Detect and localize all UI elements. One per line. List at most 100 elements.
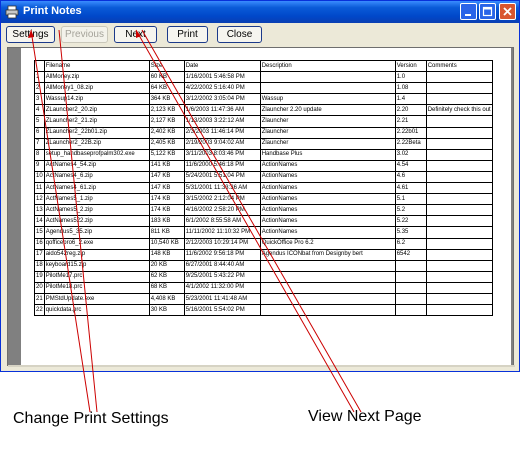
table-cell: 11/11/2002 11:10:32 PM — [183, 226, 261, 239]
table-row: 10 ActNames4_6.zip 147 KB 5/24/2001 5:51:04… — [34, 170, 493, 184]
preview-page: Filename Size Date Description Version Commen… — [21, 48, 511, 367]
table-cell — [425, 71, 493, 84]
table-cell: 11/6/2002 9:56:18 PM — [183, 248, 261, 261]
table-cell: 174 KB — [148, 193, 185, 206]
close-window-button[interactable] — [499, 3, 516, 20]
column-header: Size — [148, 59, 185, 73]
table-cell — [394, 281, 427, 294]
table-cell — [259, 270, 396, 283]
table-cell: 2/3/2003 11:46:14 PM — [183, 126, 261, 139]
table-row: 13 ActNames5_2.zip 174 KB 4/16/2002 2:58:20… — [34, 204, 493, 217]
table-cell: 1.4 — [394, 93, 427, 106]
table-cell: ActionNames — [259, 159, 396, 172]
table-cell: 5/31/2001 11:33:36 AM — [183, 182, 261, 195]
table-cell: 1.0 — [394, 71, 427, 84]
table-cell — [259, 304, 396, 317]
table-row: 8 setup_handbaseprofpalm302.exe 5,122 KB 3/… — [34, 148, 493, 161]
table-cell — [394, 259, 427, 272]
table-cell: 64 KB — [148, 82, 185, 95]
column-header: Version — [394, 59, 427, 73]
table-cell: 5.2 — [394, 204, 427, 217]
minimize-icon — [465, 14, 471, 16]
table-cell: aido542reg.zip — [43, 248, 150, 261]
table-cell — [394, 304, 427, 317]
table-cell: Zlauncher — [259, 115, 396, 128]
table-cell — [425, 82, 493, 95]
table-cell: 1/16/2001 5:46:58 PM — [183, 71, 261, 84]
maximize-icon — [482, 6, 493, 17]
settings-button[interactable]: Settings — [6, 26, 55, 43]
table-cell — [425, 159, 493, 172]
table-cell: 20 KB — [148, 259, 185, 272]
print-preview-area[interactable]: Filename Size Date Description Version Commen… — [7, 47, 515, 367]
table-cell: 148 KB — [148, 248, 185, 261]
table-cell — [259, 82, 396, 95]
table-cell: ActNames4_61.zip — [43, 182, 150, 195]
print-button[interactable]: Print — [167, 26, 208, 43]
table-cell: ActionNames — [259, 215, 396, 228]
table-cell: 11 — [34, 182, 45, 195]
table-cell: 14 — [34, 215, 45, 228]
horizontal-scrollbar[interactable] — [8, 365, 515, 367]
table-cell: ActionNames — [259, 204, 396, 217]
table-cell: AllMoney1_08.zip — [43, 82, 150, 95]
table-row: 5 ZLauncher2_21.zip 2,127 KB 1/13/2003 3:22… — [34, 115, 493, 128]
minimize-button[interactable] — [460, 3, 477, 20]
table-cell: 4.6 — [394, 170, 427, 184]
table-cell — [394, 270, 427, 283]
table-cell: 60 KB — [148, 71, 185, 84]
table-cell: 22 — [34, 304, 45, 317]
table-cell — [425, 304, 493, 317]
table-cell: 6542 — [394, 248, 427, 261]
table-cell — [425, 281, 493, 294]
table-cell: ActionNames — [259, 182, 396, 195]
table-cell: 4.61 — [394, 182, 427, 195]
table-body: 1 AllMoney.zip 60 KB 1/16/2001 5:46:58 PM 1.… — [34, 71, 493, 317]
table-cell: Definitely check this out — [425, 104, 493, 117]
table-row: 2 AllMoney1_08.zip 64 KB 4/22/2002 5:16:40 … — [34, 82, 493, 95]
table-cell: Wassup14.zip — [43, 93, 150, 106]
table-cell: Zlauncher — [259, 126, 396, 139]
table-cell: PilotMe17.prc — [43, 270, 150, 283]
previous-button[interactable]: Previous — [61, 26, 108, 43]
title-bar[interactable]: Print Notes — [1, 1, 519, 23]
table-cell — [259, 259, 396, 272]
table-cell: Agendus ICONbat from Designby bert — [259, 248, 396, 261]
close-icon — [503, 7, 512, 16]
next-button[interactable]: Next — [114, 26, 157, 43]
table-cell: 7 — [34, 137, 45, 150]
table-cell: 2.21 — [394, 115, 427, 128]
table-cell: PilotMe18.prc — [43, 281, 150, 294]
table-cell: ActNames5_2.zip — [43, 204, 150, 217]
table-row: 16 qofficepro6_2.exe 10,540 KB 2/12/2003 10… — [34, 237, 493, 250]
table-row: 21 PMStdUpdate.exe 4,408 KB 5/23/2001 11:41… — [34, 292, 493, 306]
table-cell: 20 — [34, 281, 45, 294]
table-cell: ActNames4_6.zip — [43, 170, 150, 184]
table-cell: 174 KB — [148, 204, 185, 217]
table-cell: 2/19/2003 9:04:02 AM — [183, 137, 261, 150]
table-row: 15 Agendus5_35.zip 811 KB 11/11/2002 11:10:… — [34, 226, 493, 239]
table-cell: 9 — [34, 159, 45, 172]
table-cell: ZLauncher2_22B.zip — [43, 137, 150, 150]
table-cell: 2,402 KB — [148, 126, 185, 139]
table-cell — [425, 93, 493, 106]
table-cell: 1 — [34, 71, 45, 84]
maximize-button[interactable] — [479, 3, 496, 20]
table-cell — [394, 292, 427, 306]
table-row: 17 aido542reg.zip 148 KB 11/6/2002 9:56:18 … — [34, 248, 493, 261]
table-cell — [425, 292, 493, 306]
table-cell: Agendus5_35.zip — [43, 226, 150, 239]
table-cell — [425, 148, 493, 161]
column-header: Date — [183, 59, 261, 73]
table-cell: 2.22b01 — [394, 126, 427, 139]
close-button[interactable]: Close — [217, 26, 262, 43]
table-cell: 6/1/2002 8:55:58 AM — [183, 215, 261, 228]
table-row: 3 Wassup14.zip 364 KB 3/12/2002 3:05:04 PM W… — [34, 93, 493, 106]
table-cell: ZLauncher2_22b01.zip — [43, 126, 150, 139]
table-cell: 6 — [34, 126, 45, 139]
table-row: 7 ZLauncher2_22B.zip 2,405 KB 2/19/2003 9:0… — [34, 137, 493, 150]
table-cell: 147 KB — [148, 182, 185, 195]
change-settings-callout: Change Print Settings — [13, 410, 169, 427]
table-cell: ActionNames — [259, 170, 396, 184]
table-cell — [425, 204, 493, 217]
